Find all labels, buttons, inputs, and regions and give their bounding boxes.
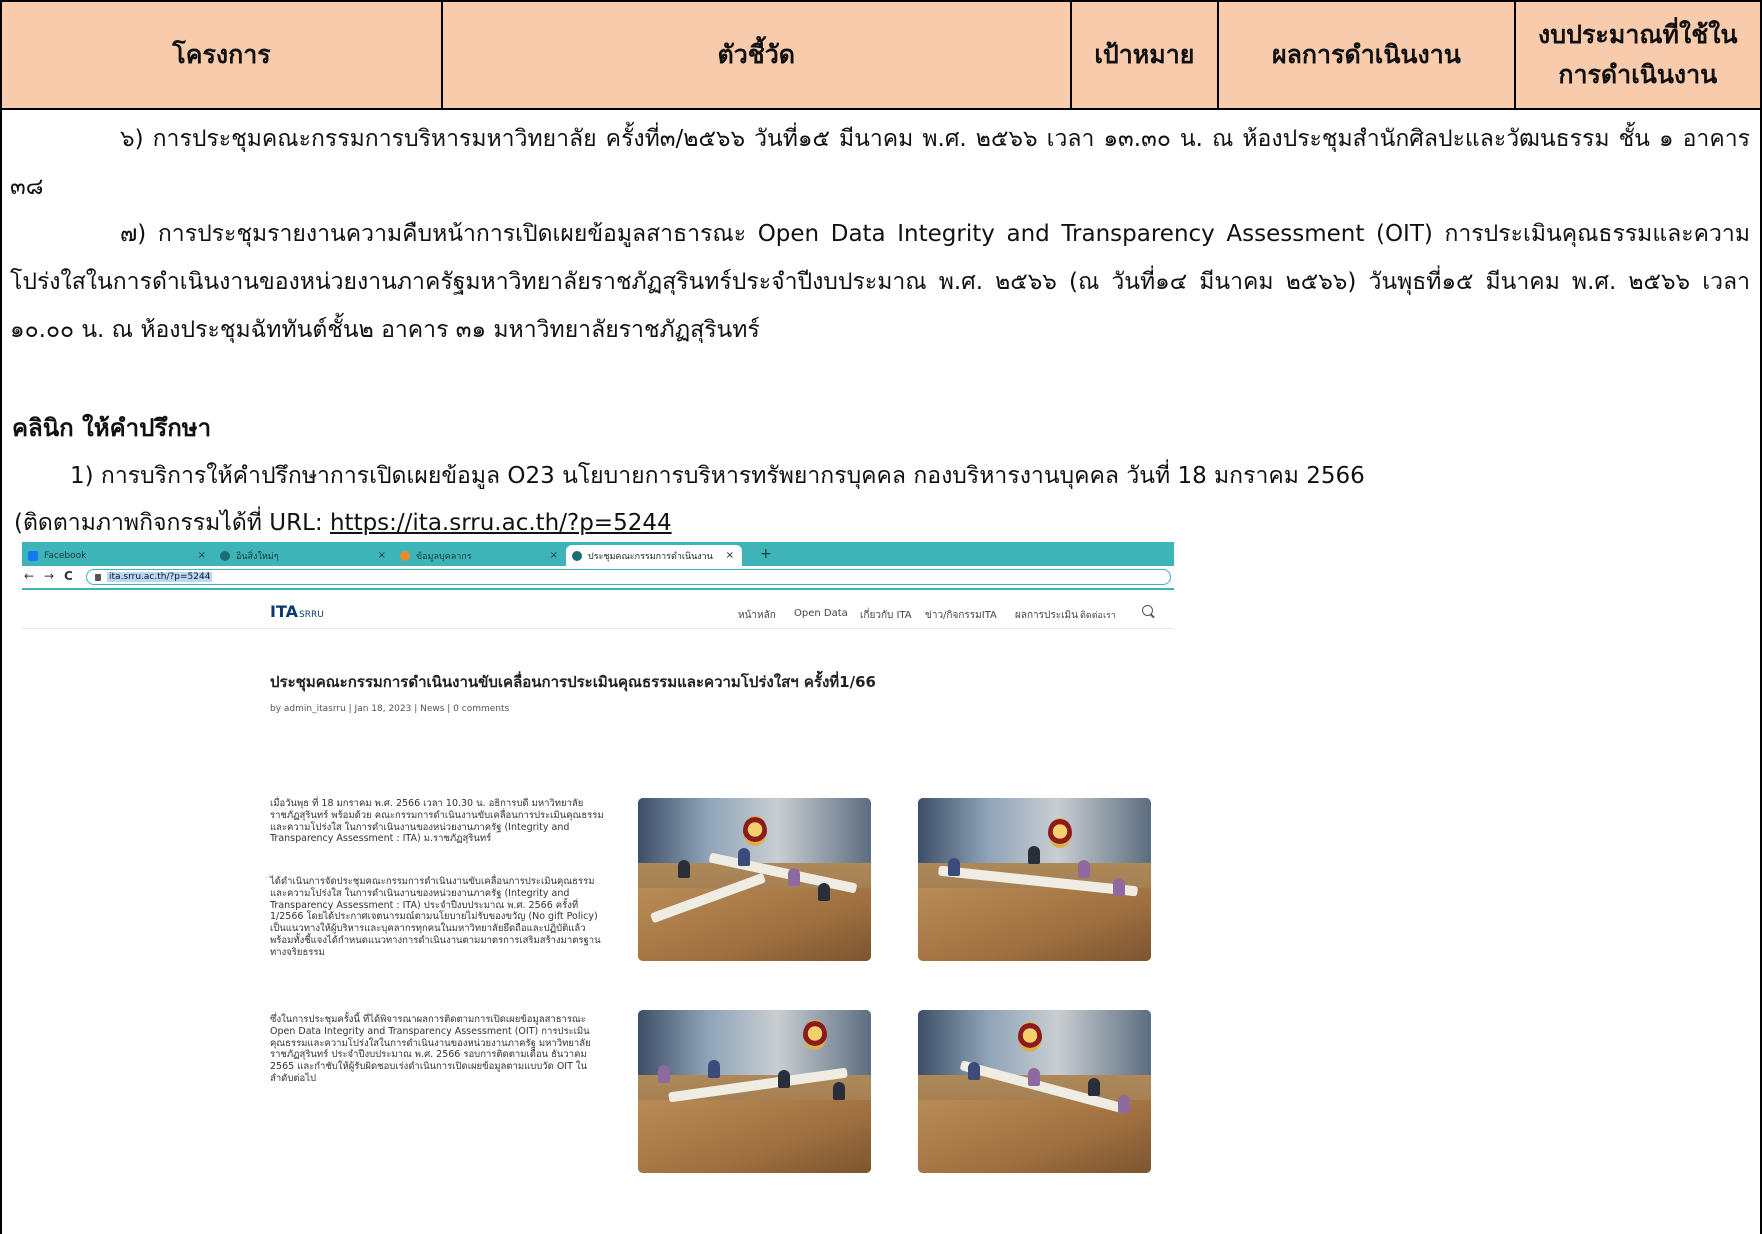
header-indicator: ตัวชี้วัด <box>443 2 1072 108</box>
tab-label: อินสิ่งใหม่ๆ <box>236 551 279 562</box>
back-arrow-icon[interactable]: ← <box>24 569 34 583</box>
lock-icon <box>95 573 101 581</box>
browser-tab-bar: Facebook × อินสิ่งใหม่ๆ × ข้อมูลบุคลากร … <box>22 542 1174 566</box>
activity-url-line: (ติดตามภาพกิจกรรมได้ที่ URL: https://ita… <box>14 505 672 541</box>
address-input[interactable]: ita.srru.ac.th/?p=5244 <box>86 569 1171 585</box>
menu-about-ita[interactable]: เกี่ยวกับ ITA <box>860 608 912 623</box>
post-title: ประชุมคณะกรรมการดำเนินงานขับเคลื่อนการปร… <box>270 673 876 691</box>
tab-close-icon[interactable]: × <box>198 550 206 561</box>
url-prefix: (ติดตามภาพกิจกรรมได้ที่ URL: <box>14 510 330 536</box>
meeting-photo-3[interactable] <box>638 1010 871 1173</box>
tab-label: Facebook <box>44 550 87 561</box>
globe-icon <box>220 550 230 561</box>
tab-label: ประชุมคณะกรรมการดำเนินงานขับเคลื่อ <box>588 551 713 562</box>
meeting-photo-4[interactable] <box>918 1010 1151 1173</box>
post-paragraph-2: ได้ดำเนินการจัดประชุมคณะกรรมการดำเนินงาน… <box>270 876 601 958</box>
header-budget: งบประมาณที่ใช้ใน การดำเนินงาน <box>1516 2 1760 108</box>
site-icon <box>400 550 410 561</box>
address-text: ita.srru.ac.th/?p=5244 <box>107 572 213 582</box>
ita-srru-logo[interactable]: ITASRRU <box>270 602 324 621</box>
header-result: ผลการดำเนินงาน <box>1219 2 1516 108</box>
post-paragraph-3: ซึ่งในการประชุมครั้งนี้ ที่ได้พิจารณาผลก… <box>270 1014 591 1084</box>
header-project: โครงการ <box>2 2 443 108</box>
address-bar-row: ← → C ita.srru.ac.th/?p=5244 <box>22 566 1174 590</box>
menu-news-ita[interactable]: ข่าว/กิจกรรมITA <box>925 608 997 623</box>
tab-facebook[interactable]: Facebook × <box>22 545 214 566</box>
header-target: เป้าหมาย <box>1072 2 1220 108</box>
tab-close-icon[interactable]: × <box>550 550 558 561</box>
globe-icon <box>572 550 582 561</box>
tab-personnel[interactable]: ข้อมูลบุคลากร × <box>394 545 566 566</box>
meeting-photo-2[interactable] <box>918 798 1151 961</box>
activity-url-link[interactable]: https://ita.srru.ac.th/?p=5244 <box>330 510 672 536</box>
menu-home[interactable]: หน้าหลัก <box>738 608 776 623</box>
tab-close-icon[interactable]: × <box>378 550 386 561</box>
tab-active-meeting[interactable]: ประชุมคณะกรรมการดำเนินงานขับเคลื่อ × <box>566 545 742 566</box>
site-header: ITASRRU หน้าหลัก Open Data เกี่ยวกับ ITA… <box>22 590 1174 630</box>
post-paragraph-1: เมื่อวันพุธ ที่ 18 มกราคม พ.ศ. 2566 เวลา… <box>270 798 604 845</box>
tab-close-icon[interactable]: × <box>726 550 734 561</box>
menu-open-data[interactable]: Open Data <box>794 608 848 619</box>
forward-arrow-icon[interactable]: → <box>44 569 54 583</box>
clinic-heading: คลินิก ให้คำปรึกษา <box>12 414 212 442</box>
tab-label: ข้อมูลบุคลากร <box>416 551 472 562</box>
post-meta: by admin_itasrru | Jan 18, 2023 | News |… <box>270 704 510 714</box>
logo-main: ITA <box>270 602 299 621</box>
facebook-icon <box>28 550 38 561</box>
menu-contact[interactable]: ติดต่อเรา <box>1080 608 1116 622</box>
browser-screenshot: Facebook × อินสิ่งใหม่ๆ × ข้อมูลบุคลากร … <box>22 542 1174 1187</box>
table-header-row: โครงการ ตัวชี้วัด เป้าหมาย ผลการดำเนินงา… <box>0 0 1762 110</box>
tab-news[interactable]: อินสิ่งใหม่ๆ × <box>214 545 394 566</box>
header-budget-line2: การดำเนินงาน <box>1558 60 1718 89</box>
header-divider <box>22 628 1174 629</box>
logo-sub: SRRU <box>299 610 324 620</box>
reload-icon[interactable]: C <box>64 569 73 583</box>
paragraph-item-7: ๗) การประชุมรายงานความคืบหน้าการเปิดเผยข… <box>10 221 1750 343</box>
menu-results[interactable]: ผลการประเมิน <box>1015 608 1078 623</box>
new-tab-icon[interactable]: + <box>760 546 772 562</box>
header-budget-line1: งบประมาณที่ใช้ใน <box>1538 20 1738 49</box>
meeting-photo-1[interactable] <box>638 798 871 961</box>
clinic-item-1: 1) การบริการให้คำปรึกษาการเปิดเผยข้อมูล … <box>70 463 1365 489</box>
search-icon[interactable] <box>1142 605 1153 616</box>
paragraph-item-6: ๖) การประชุมคณะกรรมการบริหารมหาวิทยาลัย … <box>10 126 1750 200</box>
